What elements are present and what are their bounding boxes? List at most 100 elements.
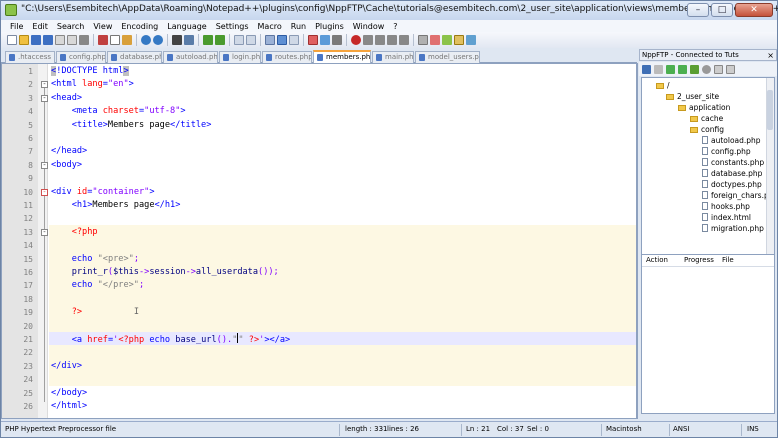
column-progress[interactable]: Progress (680, 255, 718, 266)
tree-node-file[interactable]: doctypes.php (702, 180, 762, 190)
tree-node-file[interactable]: constants.php (702, 158, 764, 168)
code-editor[interactable]: 1 <!DOCTYPE html> 2- <html lang="en"> 3- <h… (1, 63, 637, 419)
redo-icon[interactable] (153, 35, 163, 45)
menu-settings[interactable]: Settings (216, 22, 249, 31)
toolbar-separator (93, 34, 94, 46)
column-file[interactable]: File (718, 255, 734, 266)
nppftp-icon[interactable] (442, 35, 452, 45)
notepad-window: "C:\Users\Esembitech\AppData\Roaming\Not… (0, 0, 778, 438)
copy-icon[interactable] (110, 35, 120, 45)
download-icon[interactable] (678, 64, 687, 74)
menu-view[interactable]: View (93, 22, 112, 31)
menu-search[interactable]: Search (57, 22, 84, 31)
check-icon[interactable] (466, 35, 476, 45)
line-number: 3 (28, 93, 33, 103)
menu-file[interactable]: File (10, 22, 23, 31)
tab-config[interactable]: config.php (56, 51, 106, 63)
tree-node-file[interactable]: foreign_chars.php (702, 191, 774, 201)
tab-autoload[interactable]: autoload.php (163, 51, 218, 63)
tree-node-file[interactable]: migration.php (702, 224, 764, 234)
fold-toggle-icon[interactable]: - (41, 81, 48, 89)
menu-run[interactable]: Run (291, 22, 306, 31)
remote-file-tree[interactable]: / 2_user_site application cache config a… (641, 77, 775, 283)
abort-icon[interactable] (702, 64, 711, 74)
connect-icon[interactable] (642, 64, 651, 74)
fold-toggle-icon[interactable]: - (41, 228, 48, 236)
run-macro-multiple-icon[interactable] (387, 35, 397, 45)
function-list-icon[interactable] (332, 35, 342, 45)
menu-encoding[interactable]: Encoding (121, 22, 158, 31)
find-icon[interactable] (172, 35, 182, 45)
close-button[interactable]: ✕ (735, 3, 773, 17)
record-macro-icon[interactable] (351, 35, 361, 45)
tree-vertical-scrollbar[interactable] (766, 78, 774, 274)
play-macro-icon[interactable] (375, 35, 385, 45)
cut-icon[interactable] (98, 35, 108, 45)
tree-node-file[interactable]: hooks.php (702, 202, 750, 212)
about-icon[interactable] (726, 64, 735, 74)
tree-node-cache[interactable]: cache (690, 114, 723, 124)
scroll-thumb[interactable] (767, 90, 773, 130)
save-macro-icon[interactable] (399, 35, 409, 45)
settings-icon[interactable] (654, 64, 663, 74)
stop-macro-icon[interactable] (363, 35, 373, 45)
tree-node-2-user-site[interactable]: 2_user_site (666, 92, 719, 102)
tab-model-users[interactable]: model_users.php (415, 51, 480, 63)
tab-routes[interactable]: routes.php (262, 51, 312, 63)
tree-node-root[interactable]: / (656, 81, 670, 91)
editor-scrollbar[interactable] (637, 63, 638, 419)
doc-map-icon[interactable] (320, 35, 330, 45)
close-all-icon[interactable] (67, 35, 77, 45)
tree-node-file[interactable]: config.php (702, 147, 751, 157)
highlight-icon[interactable] (454, 35, 464, 45)
minimize-button[interactable]: – (687, 3, 709, 17)
spell-check-icon[interactable] (430, 35, 440, 45)
show-all-chars-icon[interactable] (277, 35, 287, 45)
tree-node-file[interactable]: autoload.php (702, 136, 761, 146)
tab-login[interactable]: login.php (219, 51, 261, 63)
refresh-icon[interactable] (690, 64, 699, 74)
open-folder-icon[interactable] (19, 35, 29, 45)
fold-toggle-icon[interactable]: - (41, 94, 48, 102)
tab-htaccess[interactable]: .htaccess (5, 51, 55, 63)
menu-edit[interactable]: Edit (32, 22, 48, 31)
tree-node-config[interactable]: config (690, 125, 724, 135)
word-wrap-icon[interactable] (265, 35, 275, 45)
close-file-icon[interactable] (55, 35, 65, 45)
status-separator (339, 424, 340, 436)
fold-toggle-icon[interactable]: - (41, 161, 48, 169)
new-file-icon[interactable] (7, 35, 17, 45)
tree-node-file[interactable]: index.html (702, 213, 751, 223)
message-window-icon[interactable] (714, 64, 723, 74)
print-icon[interactable] (79, 35, 89, 45)
undo-icon[interactable] (141, 35, 151, 45)
tab-main[interactable]: main.php (372, 51, 414, 63)
paste-icon[interactable] (122, 35, 132, 45)
maximize-button[interactable]: □ (711, 3, 733, 17)
status-separator (669, 424, 670, 436)
menu-window[interactable]: Window (353, 22, 385, 31)
save-icon[interactable] (31, 35, 41, 45)
close-panel-icon[interactable]: × (767, 50, 774, 61)
plugin-icon[interactable] (418, 35, 428, 45)
menu-macro[interactable]: Macro (258, 22, 282, 31)
menu-plugins[interactable]: Plugins (315, 22, 344, 31)
tab-database[interactable]: database.php (107, 51, 162, 63)
user-lang-icon[interactable] (308, 35, 318, 45)
tree-node-file[interactable]: database.php (702, 169, 762, 179)
menu-language[interactable]: Language (167, 22, 206, 31)
replace-icon[interactable] (184, 35, 194, 45)
tab-members[interactable]: members.php (313, 50, 371, 64)
file-icon (702, 180, 708, 188)
tree-node-application[interactable]: application (678, 103, 730, 113)
menu-help[interactable]: ? (393, 22, 397, 31)
zoom-in-icon[interactable] (203, 35, 213, 45)
upload-icon[interactable] (666, 64, 675, 74)
save-all-icon[interactable] (43, 35, 53, 45)
sync-vertical-icon[interactable] (234, 35, 244, 45)
column-action[interactable]: Action (642, 255, 680, 266)
sync-horizontal-icon[interactable] (246, 35, 256, 45)
zoom-out-icon[interactable] (215, 35, 225, 45)
fold-toggle-icon[interactable]: - (41, 188, 48, 196)
indent-guide-icon[interactable] (289, 35, 299, 45)
